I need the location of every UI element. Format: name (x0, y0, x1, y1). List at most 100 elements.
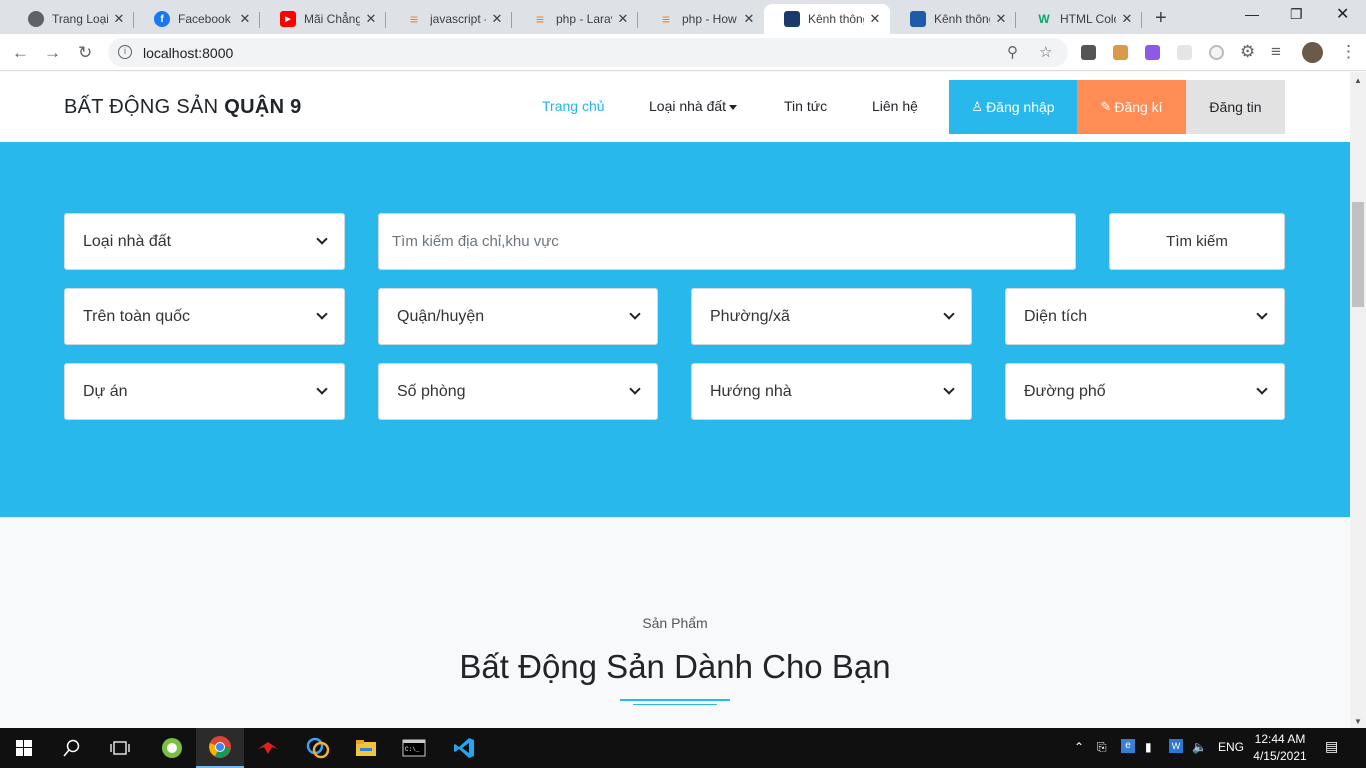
nav-property-types[interactable]: Loại nhà đất (649, 98, 738, 114)
register-button[interactable]: ✎ Đăng kí (1077, 80, 1186, 134)
direction-select[interactable]: Hướng nhà (691, 363, 972, 420)
reading-list-icon[interactable]: ≡ (1271, 42, 1281, 62)
clock-date: 4/15/2021 (1253, 749, 1307, 763)
scrollbar-thumb[interactable] (1352, 202, 1364, 307)
chrome-taskbar-icon[interactable] (196, 728, 244, 768)
browser-tab[interactable]: ▶ Mãi Chẳng Thể ✕ (260, 4, 386, 34)
search-hero: Loại nhà đất Tìm kiếm Trên toàn quốc Quậ… (0, 142, 1350, 517)
stackoverflow-icon: ≡ (661, 11, 671, 27)
youtube-icon: ▶ (280, 11, 296, 27)
forward-arrow-icon[interactable]: → (44, 43, 61, 63)
rooms-value: Số phòng (397, 382, 466, 400)
notifications-icon[interactable]: ▤ (1325, 738, 1338, 755)
page-scrollbar[interactable]: ▲ ▼ (1350, 72, 1366, 728)
network-icon[interactable]: ⎘ (1097, 740, 1107, 755)
close-window-button[interactable]: ✕ (1336, 4, 1349, 24)
vscode-icon[interactable] (440, 728, 488, 768)
caret-down-icon (729, 104, 738, 110)
close-tab-icon[interactable]: ✕ (742, 11, 756, 27)
app-circles-icon[interactable] (294, 728, 342, 768)
close-tab-icon[interactable]: ✕ (490, 11, 504, 27)
property-type-select[interactable]: Loại nhà đất (64, 213, 345, 270)
title-underline (620, 699, 730, 701)
restore-button[interactable]: ❐ (1290, 6, 1303, 23)
ward-select[interactable]: Phường/xã (691, 288, 972, 345)
site-brand[interactable]: BẤT ĐỘNG SẢN QUẬN 9 (64, 96, 302, 119)
language-indicator[interactable]: ENG (1218, 740, 1244, 754)
close-tab-icon[interactable]: ✕ (1120, 11, 1134, 27)
new-tab-button[interactable]: + (1155, 7, 1167, 30)
browser-tab[interactable]: Kênh thông tin ✕ (764, 4, 890, 34)
browser-tab[interactable]: ≡ php - Laravel ✕ (512, 4, 638, 34)
app-red-dragon-icon[interactable] (244, 728, 292, 768)
zoom-icon[interactable]: ⚲ (1007, 43, 1018, 61)
stackoverflow-icon: ≡ (535, 11, 545, 27)
area-select[interactable]: Diện tích (1005, 288, 1285, 345)
login-button[interactable]: ♙ Đăng nhập (949, 80, 1077, 134)
province-select[interactable]: Trên toàn quốc (64, 288, 345, 345)
profile-avatar[interactable] (1302, 42, 1323, 63)
nav-contact[interactable]: Liên hệ (872, 98, 918, 114)
system-clock[interactable]: 12:44 AM 4/15/2021 (1250, 731, 1310, 765)
browser-tab[interactable]: f Facebook ✕ (134, 4, 260, 34)
browser-tab[interactable]: ≡ javascript - ✕ (386, 4, 512, 34)
tab-title: javascript - (430, 12, 486, 26)
bookmark-star-icon[interactable]: ☆ (1039, 43, 1052, 61)
browser-tab[interactable]: Trang Loại Tin ✕ (8, 4, 134, 34)
browser-tab[interactable]: ≡ php - How to ✕ (638, 4, 764, 34)
back-arrow-icon[interactable]: ← (12, 43, 29, 63)
close-tab-icon[interactable]: ✕ (112, 11, 126, 27)
battery-icon[interactable]: ▮ (1145, 740, 1152, 754)
chevron-down-icon (943, 308, 955, 320)
extension-phone-icon[interactable] (1081, 45, 1096, 60)
extensions-puzzle-icon[interactable]: ⚙ (1240, 42, 1255, 62)
terminal-icon[interactable]: C:\_ (390, 728, 438, 768)
post-listing-button[interactable]: Đăng tin (1186, 80, 1285, 134)
search-input[interactable] (378, 213, 1076, 270)
tab-separator (1141, 12, 1142, 28)
extension-puzzle-color-icon[interactable] (1145, 45, 1160, 60)
chevron-down-icon (629, 308, 641, 320)
ward-value: Phường/xã (710, 307, 790, 325)
minimize-button[interactable]: — (1245, 6, 1259, 22)
district-select[interactable]: Quận/huyện (378, 288, 658, 345)
omnibox[interactable]: i localhost:8000 ⚲ ☆ (108, 38, 1068, 67)
volume-icon[interactable]: 🔈 (1192, 740, 1207, 754)
menu-kebab-icon[interactable]: ⋮ (1340, 42, 1357, 62)
browser-tab[interactable]: W HTML Color ✕ (1016, 4, 1142, 34)
scroll-up-icon[interactable]: ▲ (1354, 76, 1362, 85)
tab-title: php - Laravel (556, 12, 612, 26)
tray-app-e-icon[interactable]: e (1121, 739, 1135, 753)
windows-start-icon[interactable] (0, 728, 48, 768)
brand-text-bold: QUẬN 9 (224, 96, 302, 118)
tab-title: HTML Color (1060, 12, 1116, 26)
rooms-select[interactable]: Số phòng (378, 363, 658, 420)
site-info-icon[interactable]: i (118, 45, 132, 59)
search-button[interactable]: Tìm kiếm (1109, 213, 1285, 270)
tray-up-arrow-icon[interactable]: ⌃ (1074, 740, 1084, 754)
reload-icon[interactable]: ↻ (78, 43, 92, 63)
pencil-icon: ✎ (1100, 99, 1112, 114)
scroll-down-icon[interactable]: ▼ (1354, 717, 1362, 726)
close-tab-icon[interactable]: ✕ (868, 11, 882, 27)
close-tab-icon[interactable]: ✕ (994, 11, 1008, 27)
browser-tab[interactable]: Kênh thông tin ✕ (890, 4, 1016, 34)
extension-circle-icon[interactable] (1209, 45, 1224, 60)
nav-home[interactable]: Trang chủ (542, 98, 605, 114)
file-explorer-icon[interactable] (342, 728, 390, 768)
project-select[interactable]: Dự án (64, 363, 345, 420)
app-green-icon[interactable] (148, 728, 196, 768)
close-tab-icon[interactable]: ✕ (238, 11, 252, 27)
close-tab-icon[interactable]: ✕ (616, 11, 630, 27)
close-tab-icon[interactable]: ✕ (364, 11, 378, 27)
task-view-icon[interactable] (96, 728, 144, 768)
search-icon[interactable] (48, 728, 96, 768)
extension-square-icon[interactable] (1177, 45, 1192, 60)
brand-text: BẤT ĐỘNG SẢN (64, 96, 225, 118)
street-select[interactable]: Đường phố (1005, 363, 1285, 420)
tray-app-w-icon[interactable]: W (1169, 739, 1183, 753)
tab-title: Kênh thông tin (934, 12, 990, 26)
direction-value: Hướng nhà (710, 382, 792, 400)
extension-hammer-icon[interactable] (1113, 45, 1128, 60)
nav-news[interactable]: Tin tức (784, 98, 827, 114)
